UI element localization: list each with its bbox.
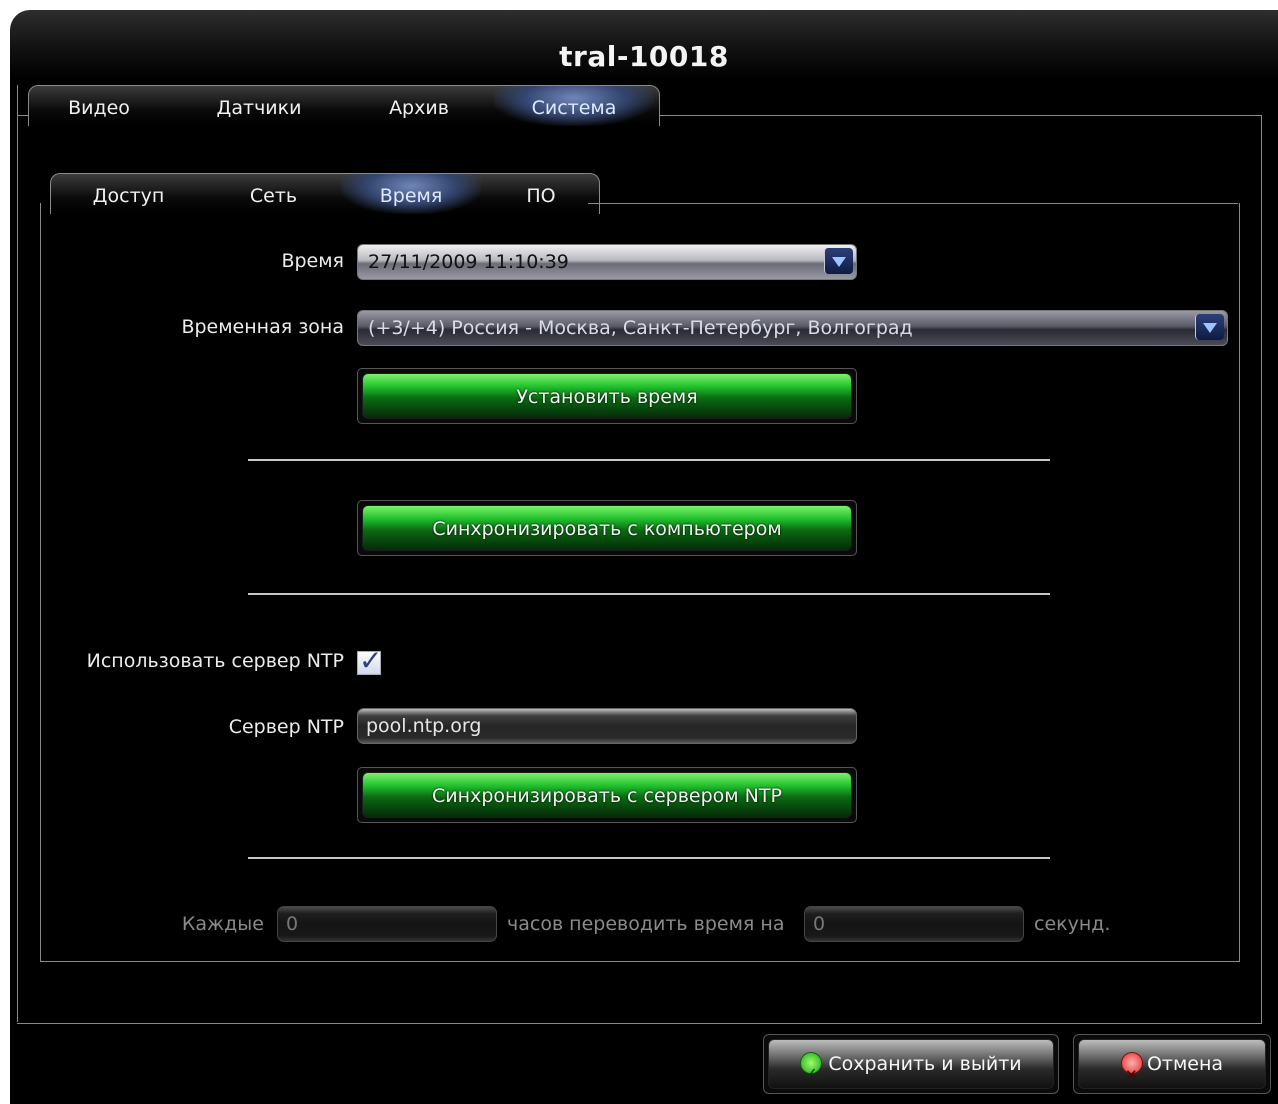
checkmark-icon: [800, 1050, 823, 1098]
save-and-exit-button[interactable]: Сохранить и выйти: [763, 1034, 1059, 1098]
shift-seconds-value: 0: [813, 913, 826, 935]
timezone-label: Временная зона: [181, 316, 344, 338]
time-label: Время: [281, 250, 344, 272]
cancel-button[interactable]: Отмена: [1073, 1034, 1271, 1099]
sync-ntp-button[interactable]: Синхронизировать с сервером NTP: [357, 767, 857, 823]
every-hours-input[interactable]: 0: [277, 906, 497, 942]
main-tabs: Видео Датчики Архив Система: [28, 85, 660, 126]
divider: [248, 459, 1050, 461]
chevron-down-icon[interactable]: [824, 248, 853, 274]
tab-archive[interactable]: Архив: [364, 86, 474, 126]
shift-label: часов переводить время на: [507, 913, 785, 935]
chevron-down-icon[interactable]: [1195, 314, 1224, 340]
every-label: Каждые: [181, 913, 264, 935]
sync-computer-button[interactable]: Синхронизировать с компьютером: [357, 500, 857, 556]
ntp-server-label: Сервер NTP: [228, 716, 344, 738]
window-title: tral-10018: [559, 40, 729, 73]
cancel-label: Отмена: [1146, 1053, 1224, 1075]
every-hours-value: 0: [286, 913, 299, 935]
ntp-use-label: Использовать сервер NTP: [86, 650, 344, 672]
seconds-label: секунд.: [1034, 913, 1111, 935]
tab-video[interactable]: Видео: [49, 86, 149, 126]
ntp-server-input[interactable]: pool.ntp.org: [357, 708, 857, 744]
set-time-button[interactable]: Установить время: [357, 368, 857, 424]
divider: [248, 857, 1050, 859]
ntp-use-checkbox[interactable]: [357, 644, 382, 677]
set-time-button-label: Установить время: [362, 373, 852, 419]
ntp-server-value: pool.ntp.org: [366, 715, 482, 737]
cancel-icon: [1120, 1051, 1143, 1099]
sync-computer-button-label: Синхронизировать с компьютером: [362, 505, 852, 551]
time-value: 27/11/2009 11:10:39: [368, 251, 569, 273]
sync-ntp-button-label: Синхронизировать с сервером NTP: [362, 772, 852, 818]
tab-sensors[interactable]: Датчики: [199, 86, 319, 126]
divider: [248, 593, 1050, 595]
shift-seconds-input[interactable]: 0: [804, 906, 1024, 942]
timezone-value: (+3/+4) Россия - Москва, Санкт-Петербург…: [368, 317, 913, 339]
save-and-exit-label: Сохранить и выйти: [828, 1053, 1022, 1075]
time-select[interactable]: 27/11/2009 11:10:39: [357, 244, 857, 280]
tab-system[interactable]: Система: [494, 86, 654, 126]
timezone-select[interactable]: (+3/+4) Россия - Москва, Санкт-Петербург…: [357, 310, 1228, 346]
